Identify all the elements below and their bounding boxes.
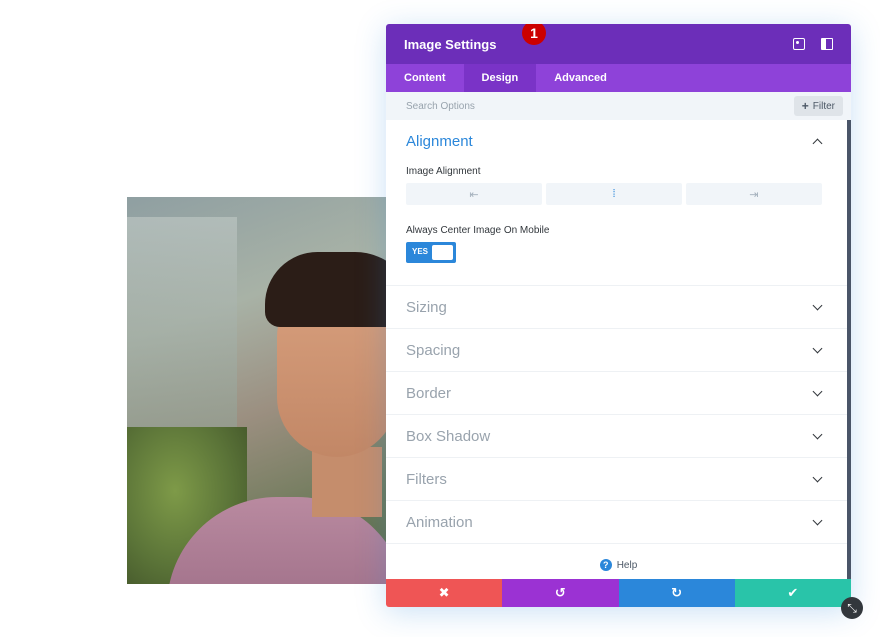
align-right-button[interactable]: ⇥ xyxy=(686,183,822,205)
redo-button[interactable]: ↻ xyxy=(618,579,735,607)
toggle-yes-text: YES xyxy=(412,247,429,256)
discard-button[interactable]: ✖ xyxy=(386,579,503,607)
section-alignment: Alignment Image Alignment ⇤ ⁞ ⇥ 1 Always… xyxy=(386,24,851,286)
help-link[interactable]: ? Help xyxy=(386,559,851,571)
align-center-icon: ⁞ xyxy=(612,188,616,200)
help-icon: ? xyxy=(599,559,612,571)
close-icon: ✖ xyxy=(438,585,450,600)
scrollbar[interactable] xyxy=(847,120,851,580)
sidebar-toggle-icon[interactable] xyxy=(821,38,833,50)
align-left-icon: ⇤ xyxy=(469,188,479,201)
section-label: Border xyxy=(406,384,452,402)
undo-icon: ↺ xyxy=(554,585,566,600)
align-center-button[interactable]: ⁞ xyxy=(546,183,682,205)
section-box-shadow[interactable]: Box Shadow xyxy=(386,415,851,458)
section-label: Spacing xyxy=(406,341,461,359)
tab-design[interactable]: Design xyxy=(463,64,537,92)
panel-tabs: Content Design Advanced xyxy=(386,64,851,92)
align-left-button[interactable]: ⇤ xyxy=(406,183,542,205)
search-input[interactable]: Search Options xyxy=(406,101,794,112)
section-sizing[interactable]: Sizing xyxy=(386,286,851,329)
section-label: Filters xyxy=(406,470,447,488)
center-on-mobile-toggle[interactable]: YES xyxy=(406,242,456,263)
section-filters[interactable]: Filters xyxy=(386,458,851,501)
tab-content[interactable]: Content xyxy=(386,64,464,92)
panel-header[interactable]: Image Settings xyxy=(386,24,851,64)
chevron-down-icon[interactable] xyxy=(812,386,823,396)
focus-mode-icon[interactable] xyxy=(793,38,805,50)
section-label: Animation xyxy=(406,513,473,531)
chevron-up-icon[interactable] xyxy=(812,138,823,148)
checkmark-icon: ✔ xyxy=(787,585,799,600)
search-bar: Search Options + Filter xyxy=(386,92,851,120)
section-alignment-title: Alignment xyxy=(406,132,473,150)
image-settings-panel: Image Settings Content Design Advanced S… xyxy=(386,24,851,607)
section-border[interactable]: Border xyxy=(386,372,851,415)
tab-advanced[interactable]: Advanced xyxy=(536,64,625,92)
photo-hair xyxy=(265,252,387,327)
photo-neck xyxy=(312,447,382,517)
chevron-down-icon[interactable] xyxy=(812,343,823,353)
chevron-down-icon[interactable] xyxy=(812,300,823,310)
filter-button[interactable]: + Filter xyxy=(793,96,843,116)
section-label: Sizing xyxy=(406,298,447,316)
help-label: Help xyxy=(616,559,638,571)
plus-icon: + xyxy=(801,99,809,113)
redo-icon: ↻ xyxy=(671,585,683,600)
filter-label: Filter xyxy=(812,100,835,112)
chevron-down-icon[interactable] xyxy=(812,472,823,482)
image-alignment-control: ⇤ ⁞ ⇥ 1 xyxy=(406,24,831,205)
section-alignment-header[interactable]: Alignment xyxy=(406,132,831,150)
save-button[interactable]: ✔ xyxy=(734,579,851,607)
chevron-down-icon[interactable] xyxy=(812,429,823,439)
chevron-down-icon[interactable] xyxy=(812,515,823,525)
panel-footer: ✖ ↺ ↻ ✔ xyxy=(386,579,851,607)
portrait-photo xyxy=(127,197,387,584)
resize-handle-icon[interactable]: ⤡ xyxy=(841,597,863,619)
section-label: Box Shadow xyxy=(406,427,491,445)
panel-title: Image Settings xyxy=(404,36,497,52)
section-spacing[interactable]: Spacing xyxy=(386,329,851,372)
undo-button[interactable]: ↺ xyxy=(502,579,619,607)
center-on-mobile-label: Always Center Image On Mobile xyxy=(406,225,550,236)
toggle-knob xyxy=(432,245,453,260)
align-right-icon: ⇥ xyxy=(749,188,759,201)
section-animation[interactable]: Animation xyxy=(386,501,851,544)
image-alignment-label: Image Alignment xyxy=(406,166,481,177)
